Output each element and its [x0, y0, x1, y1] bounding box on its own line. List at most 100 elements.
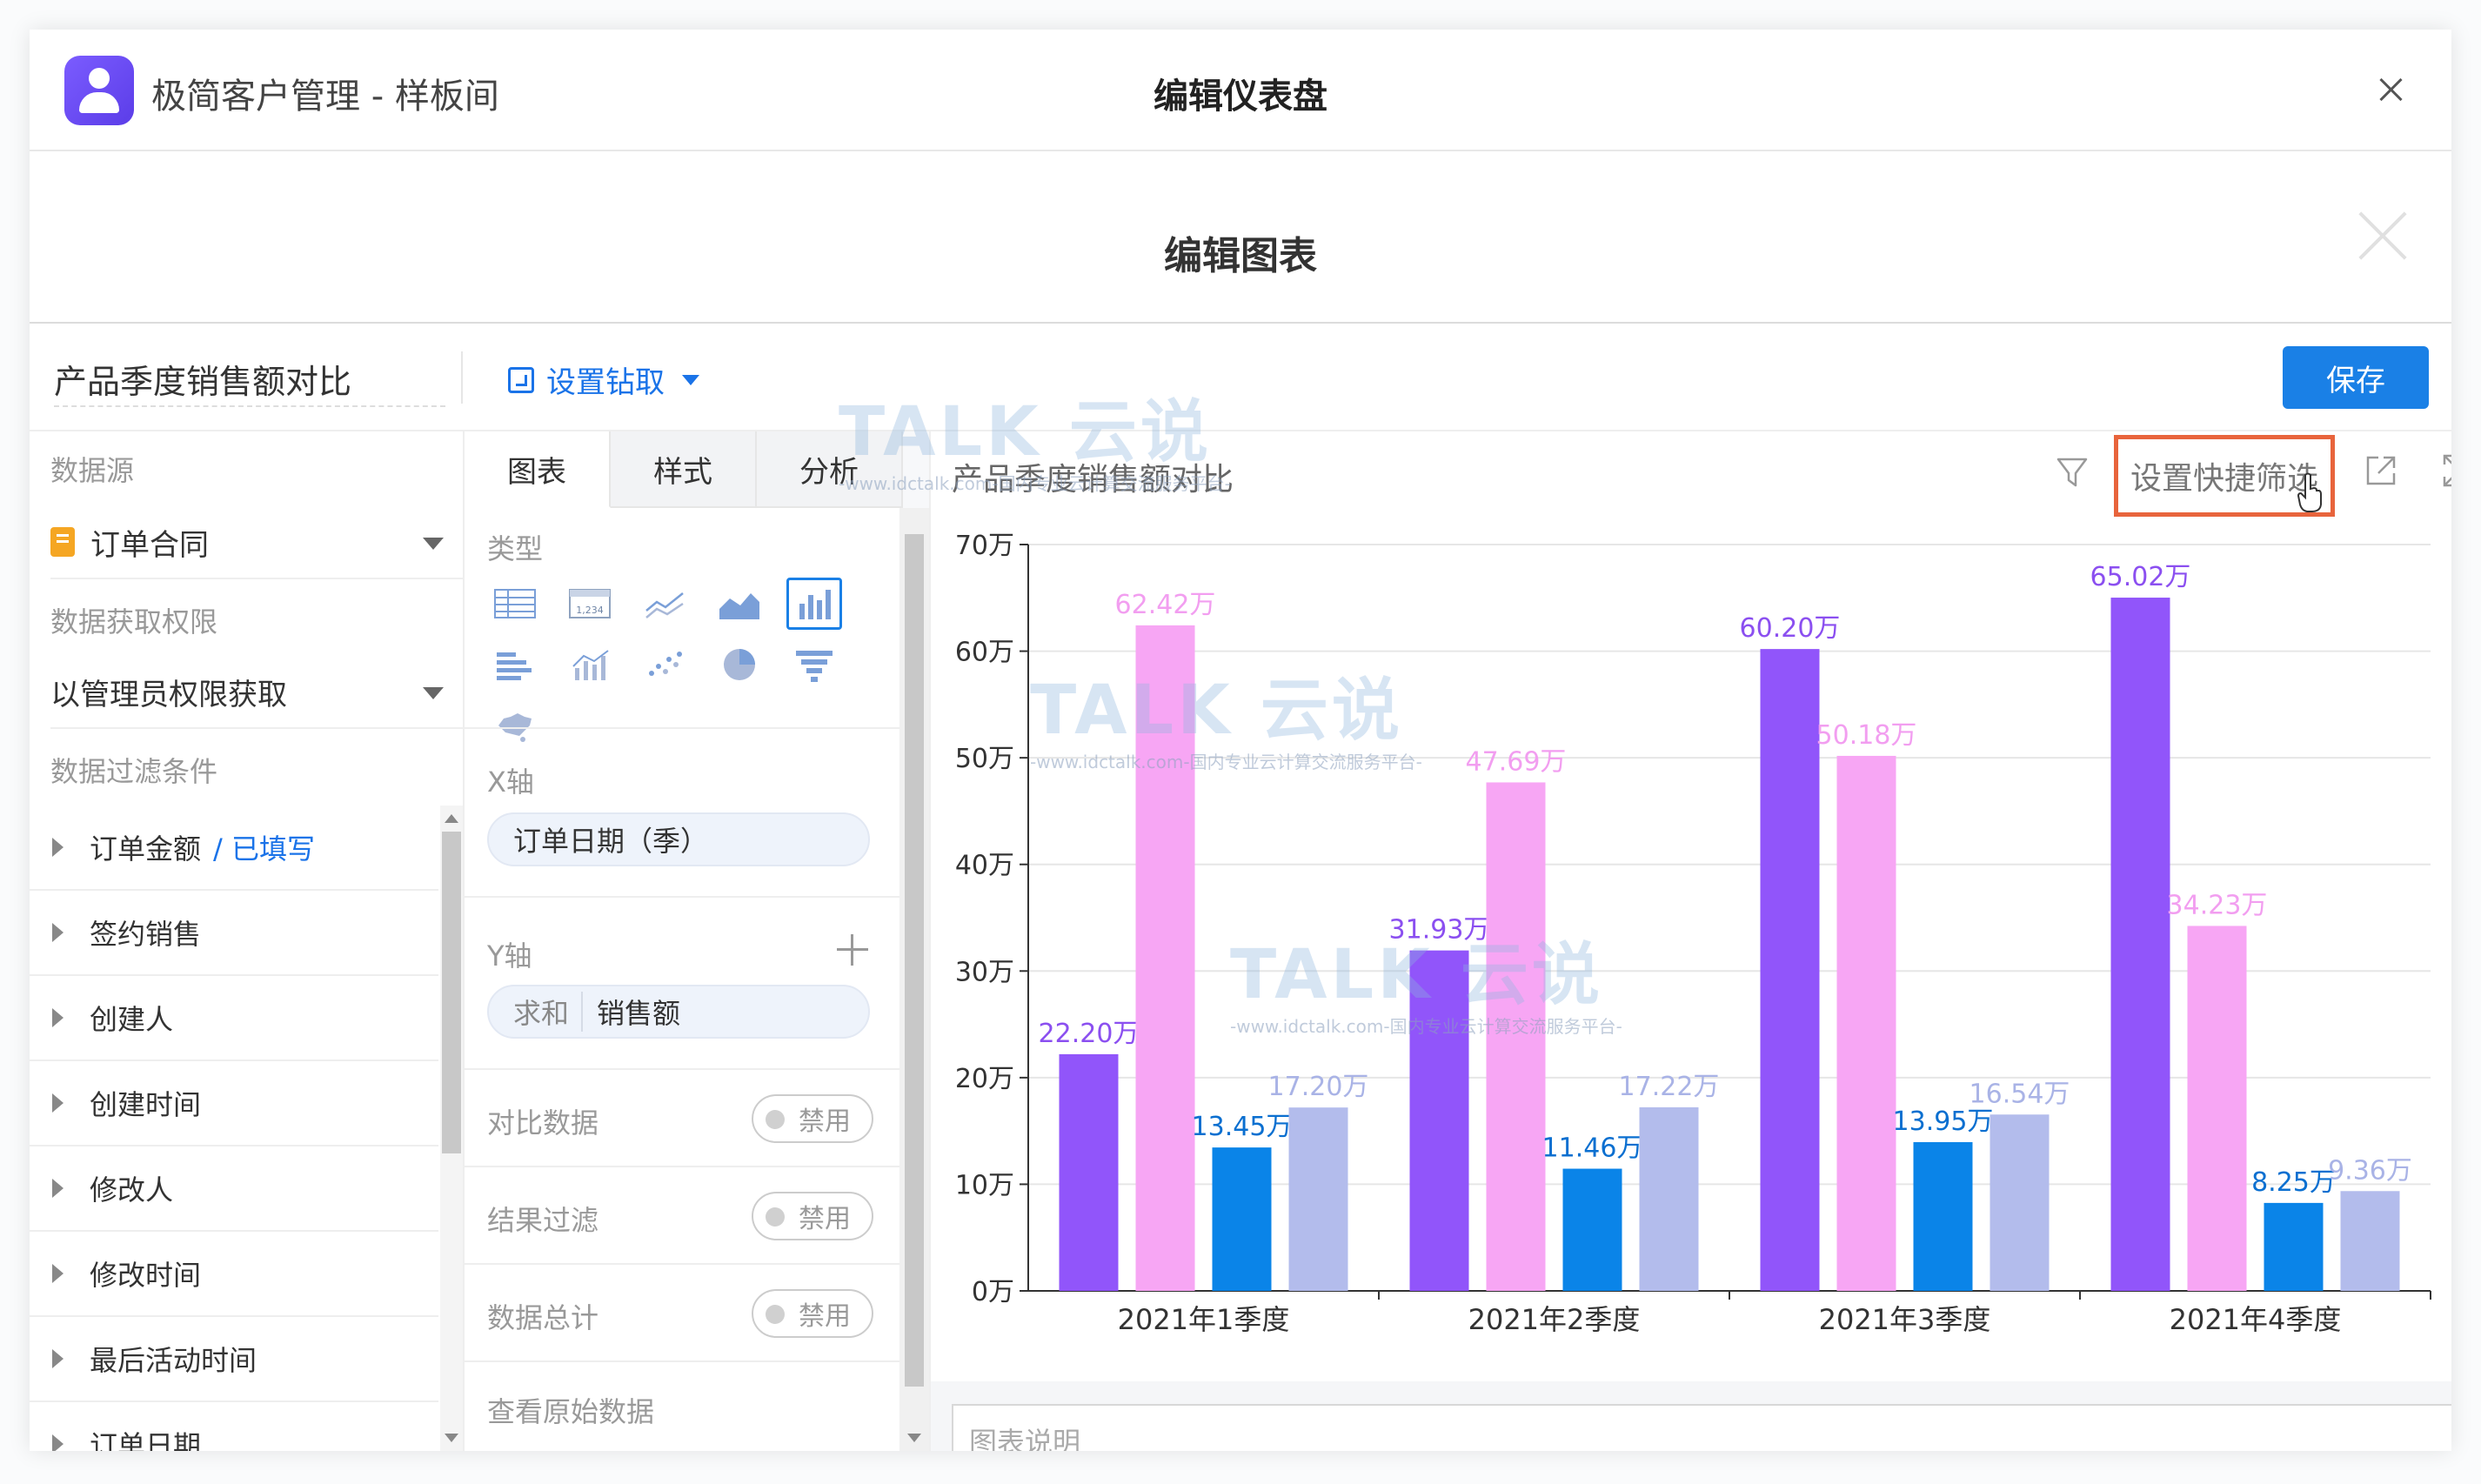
- filter-item-label: 订单金额: [90, 832, 202, 866]
- map-chart-icon[interactable]: [487, 699, 543, 752]
- fullscreen-icon[interactable]: [2441, 452, 2451, 489]
- chart-name-input[interactable]: 产品季度销售额对比: [54, 350, 445, 407]
- bar: [1212, 1147, 1272, 1291]
- scroll-down-icon[interactable]: [907, 1434, 921, 1442]
- bar: [1913, 1142, 1973, 1291]
- result-filter-row: 结果过滤 禁用: [465, 1167, 899, 1265]
- pie-chart-icon[interactable]: [712, 638, 767, 691]
- caret-right-icon: [52, 923, 64, 942]
- bar: [1836, 755, 1896, 1291]
- filter-scrollbar[interactable]: [440, 806, 463, 1451]
- bar-value-label: 17.20万: [1268, 1072, 1369, 1102]
- bar-value-label: 8.25万: [2251, 1167, 2336, 1198]
- save-button[interactable]: 保存: [2283, 346, 2429, 409]
- filter-label: 数据过滤条件: [50, 755, 218, 788]
- datasource-select[interactable]: 订单合同: [50, 506, 465, 579]
- data-total-row: 数据总计 禁用: [465, 1265, 899, 1362]
- datasource-value: 订单合同: [90, 527, 209, 563]
- settings-scrollbar[interactable]: [899, 508, 929, 1451]
- chart-editor-header: 编辑图表: [30, 151, 2451, 324]
- filter-item[interactable]: 订单金额 / 已填写: [30, 806, 438, 891]
- filter-item[interactable]: 修改人: [30, 1146, 438, 1232]
- table-icon[interactable]: [487, 578, 543, 630]
- bar-value-label: 47.69万: [1466, 746, 1567, 777]
- bar-value-label: 31.93万: [1389, 915, 1490, 946]
- bar: [1409, 950, 1469, 1291]
- number-icon[interactable]: 1,234: [562, 578, 618, 630]
- combo-chart-icon[interactable]: [562, 638, 618, 691]
- x-tick-label: 2021年3季度: [1819, 1303, 1991, 1336]
- area-chart-icon[interactable]: [712, 578, 767, 630]
- scroll-down-icon[interactable]: [445, 1434, 458, 1442]
- filter-item[interactable]: 修改时间: [30, 1232, 438, 1317]
- permission-value: 以管理员权限获取: [50, 677, 287, 712]
- bar: [1135, 625, 1195, 1291]
- bar-value-label: 50.18万: [1816, 720, 1917, 751]
- y-tick-label: 40万: [955, 851, 1014, 881]
- scrollbar-thumb[interactable]: [905, 534, 924, 1387]
- bar-value-label: 62.42万: [1115, 590, 1216, 620]
- tab-style[interactable]: 样式: [611, 431, 757, 508]
- y-tick-label: 70万: [955, 531, 1014, 561]
- bar-value-label: 34.23万: [2167, 890, 2268, 920]
- yaxis-field-value: 销售额: [597, 997, 681, 1030]
- section-divider: [465, 727, 899, 729]
- scrollbar-thumb[interactable]: [442, 832, 461, 1153]
- add-yaxis-icon[interactable]: [835, 933, 870, 967]
- open-external-icon[interactable]: [2363, 452, 2399, 489]
- filter-item-label: 最后活动时间: [90, 1344, 257, 1377]
- caret-right-icon: [52, 1434, 64, 1451]
- filter-filled-note: / 已填写: [213, 832, 315, 866]
- result-filter-toggle[interactable]: 禁用: [752, 1192, 873, 1240]
- document-icon: [50, 527, 75, 557]
- filter-item-label: 创建人: [90, 1003, 174, 1036]
- drill-setting-button[interactable]: 设置钻取: [508, 358, 699, 401]
- filter-item[interactable]: 最后活动时间: [30, 1317, 438, 1402]
- scroll-up-icon[interactable]: [445, 814, 458, 823]
- bar-value-label: 13.95万: [1893, 1106, 1994, 1137]
- filter-item-label: 修改时间: [90, 1259, 202, 1292]
- yaxis-aggregation[interactable]: 求和: [513, 992, 584, 1032]
- chart-settings-panel: 图表 样式 分析 类型 1,234 X轴 订单日期（季） Y轴 求和 销售额 对…: [465, 431, 931, 1451]
- title-bar: 极简客户管理 - 样板间 编辑仪表盘: [30, 30, 2451, 151]
- chart-preview-panel: 产品季度销售额对比 设置快捷筛选 0万 10万 20万 30万 40万 50万 60万 70万…: [931, 431, 2451, 1451]
- xaxis-label: X轴: [487, 765, 534, 799]
- column-chart-icon[interactable]: [786, 578, 842, 630]
- y-tick-label: 50万: [955, 744, 1014, 774]
- filter-item[interactable]: 创建人: [30, 976, 438, 1061]
- bar-value-label: 17.22万: [1619, 1072, 1720, 1102]
- funnel-chart-icon[interactable]: [786, 638, 842, 691]
- filter-item-label: 创建时间: [90, 1088, 202, 1121]
- tab-chart[interactable]: 图表: [465, 431, 611, 508]
- data-total-label: 数据总计: [487, 1301, 599, 1334]
- permission-select[interactable]: 以管理员权限获取: [50, 656, 465, 729]
- close-icon[interactable]: [2364, 63, 2417, 115]
- settings-content: 类型 1,234 X轴 订单日期（季） Y轴 求和 销售额 对比数据 禁用 结果…: [465, 508, 899, 1451]
- toolbar-divider: [461, 351, 463, 404]
- y-tick-label: 10万: [955, 1170, 1014, 1200]
- filter-item[interactable]: 签约销售: [30, 891, 438, 976]
- close-editor-icon[interactable]: [2347, 200, 2417, 270]
- filter-item[interactable]: 创建时间: [30, 1061, 438, 1146]
- filter-icon[interactable]: [2053, 452, 2091, 491]
- bar: [1059, 1053, 1119, 1291]
- xaxis-field-value: 订单日期（季）: [513, 825, 709, 858]
- scatter-chart-icon[interactable]: [637, 638, 692, 691]
- line-chart-icon[interactable]: [637, 578, 692, 630]
- caret-right-icon: [52, 1008, 64, 1027]
- y-tick-label: 60万: [955, 638, 1014, 668]
- filter-item[interactable]: 订单日期: [30, 1402, 438, 1451]
- hand-cursor-icon: [2297, 472, 2322, 512]
- view-raw-data-link[interactable]: 查看原始数据: [487, 1390, 654, 1430]
- type-label: 类型: [487, 532, 544, 565]
- compare-data-row: 对比数据 禁用: [465, 1070, 899, 1167]
- bar-chart-icon[interactable]: [487, 638, 543, 691]
- xaxis-field[interactable]: 订单日期（季）: [487, 812, 870, 866]
- section-divider: [465, 896, 899, 898]
- compare-data-toggle[interactable]: 禁用: [752, 1094, 873, 1143]
- data-total-toggle[interactable]: 禁用: [752, 1289, 873, 1338]
- yaxis-field[interactable]: 求和 销售额: [487, 985, 870, 1039]
- chart-description-input[interactable]: 图表说明: [952, 1404, 2451, 1451]
- tab-analysis[interactable]: 分析: [757, 431, 903, 508]
- y-tick-label: 0万: [972, 1277, 1014, 1307]
